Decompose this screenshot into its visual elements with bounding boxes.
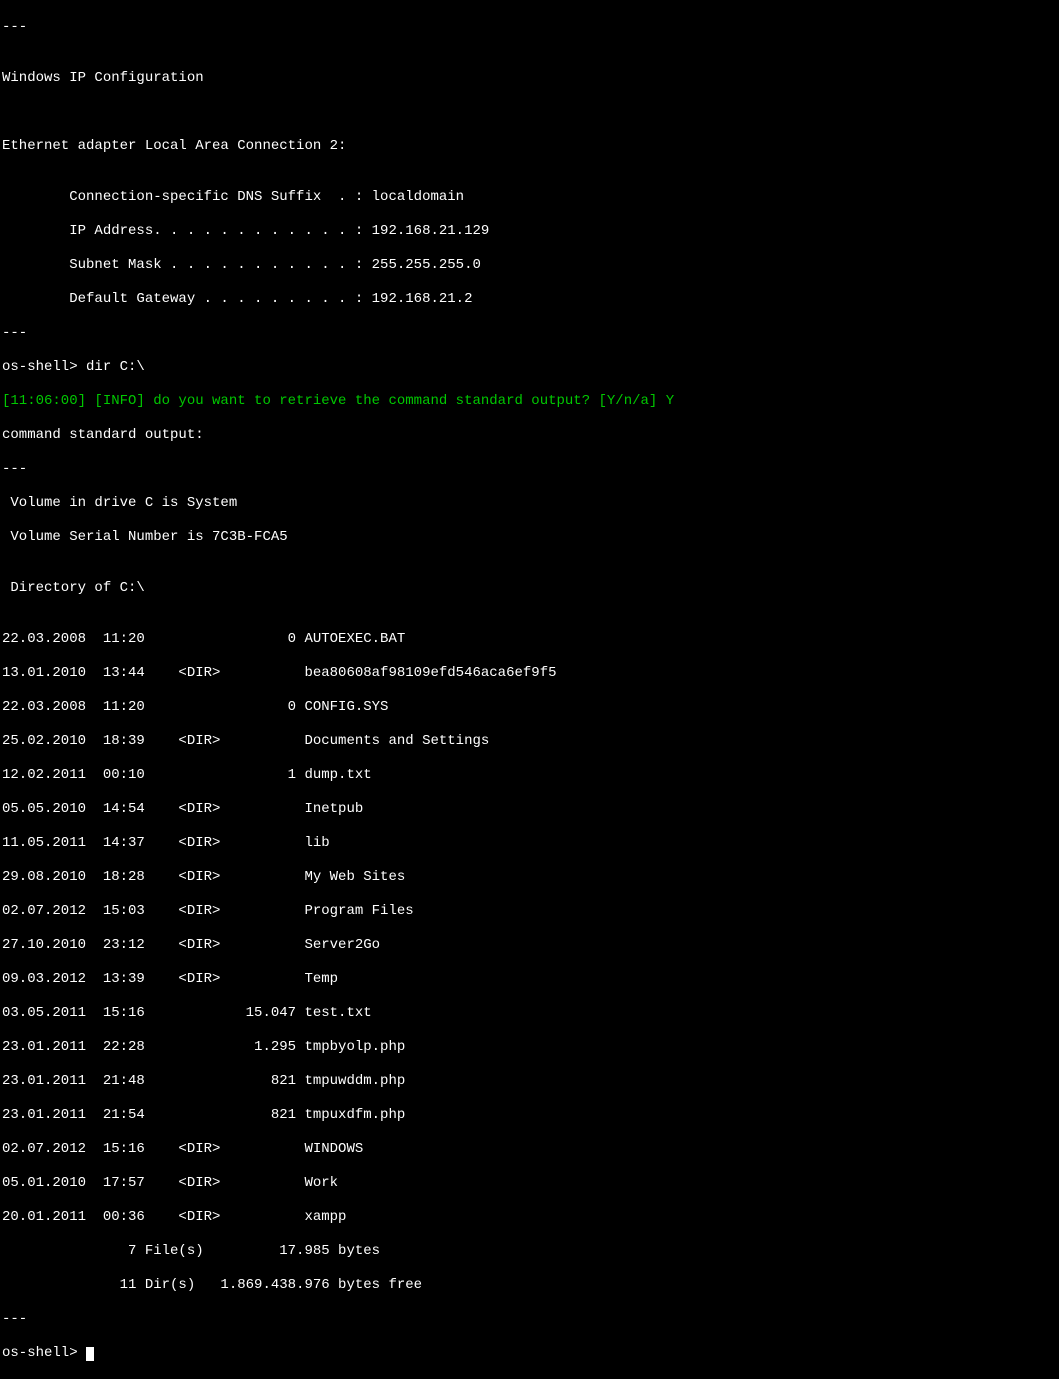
dir-entry: 29.08.2010 18:28 <DIR> My Web Sites xyxy=(2,869,1057,886)
dir-entry: 22.03.2008 11:20 0 AUTOEXEC.BAT xyxy=(2,631,1057,648)
separator: --- xyxy=(2,461,1057,478)
volume-serial: Volume Serial Number is 7C3B-FCA5 xyxy=(2,529,1057,546)
dir-entry: 20.01.2011 00:36 <DIR> xampp xyxy=(2,1209,1057,1226)
dir-entry: 22.03.2008 11:20 0 CONFIG.SYS xyxy=(2,699,1057,716)
dir-entry: 23.01.2011 21:48 821 tmpuwddm.php xyxy=(2,1073,1057,1090)
dir-entry: 11.05.2011 14:37 <DIR> lib xyxy=(2,835,1057,852)
dns-suffix: Connection-specific DNS Suffix . : local… xyxy=(2,189,1057,206)
cursor-icon xyxy=(86,1347,94,1361)
default-gateway: Default Gateway . . . . . . . . . : 192.… xyxy=(2,291,1057,308)
ipconfig-header: Windows IP Configuration xyxy=(2,70,1057,87)
info-prompt: [11:06:00] [INFO] do you want to retriev… xyxy=(2,393,1057,410)
volume-label: Volume in drive C is System xyxy=(2,495,1057,512)
dir-entry: 23.01.2011 22:28 1.295 tmpbyolp.php xyxy=(2,1039,1057,1056)
separator: --- xyxy=(2,19,1057,36)
dir-entry: 27.10.2010 23:12 <DIR> Server2Go xyxy=(2,937,1057,954)
dir-entry: 25.02.2010 18:39 <DIR> Documents and Set… xyxy=(2,733,1057,750)
dir-entry: 02.07.2012 15:03 <DIR> Program Files xyxy=(2,903,1057,920)
adapter-header: Ethernet adapter Local Area Connection 2… xyxy=(2,138,1057,155)
dir-entry: 09.03.2012 13:39 <DIR> Temp xyxy=(2,971,1057,988)
dir-summary-files: 7 File(s) 17.985 bytes xyxy=(2,1243,1057,1260)
ip-address: IP Address. . . . . . . . . . . . : 192.… xyxy=(2,223,1057,240)
dir-entry: 03.05.2011 15:16 15.047 test.txt xyxy=(2,1005,1057,1022)
subnet-mask: Subnet Mask . . . . . . . . . . . : 255.… xyxy=(2,257,1057,274)
dir-entry: 02.07.2012 15:16 <DIR> WINDOWS xyxy=(2,1141,1057,1158)
dir-entry: 23.01.2011 21:54 821 tmpuxdfm.php xyxy=(2,1107,1057,1124)
directory-header: Directory of C:\ xyxy=(2,580,1057,597)
separator: --- xyxy=(2,325,1057,342)
terminal-output[interactable]: --- Windows IP Configuration Ethernet ad… xyxy=(2,2,1057,1379)
shell-prompt-active[interactable]: os-shell> xyxy=(2,1345,1057,1362)
dir-entry: 13.01.2010 13:44 <DIR> bea80608af98109ef… xyxy=(2,665,1057,682)
shell-prompt-with-command: os-shell> dir C:\ xyxy=(2,359,1057,376)
dir-entry: 05.05.2010 14:54 <DIR> Inetpub xyxy=(2,801,1057,818)
stdout-header: command standard output: xyxy=(2,427,1057,444)
dir-entry: 05.01.2010 17:57 <DIR> Work xyxy=(2,1175,1057,1192)
prompt-text: os-shell> xyxy=(2,1345,86,1361)
dir-entry: 12.02.2011 00:10 1 dump.txt xyxy=(2,767,1057,784)
dir-summary-dirs: 11 Dir(s) 1.869.438.976 bytes free xyxy=(2,1277,1057,1294)
separator: --- xyxy=(2,1311,1057,1328)
